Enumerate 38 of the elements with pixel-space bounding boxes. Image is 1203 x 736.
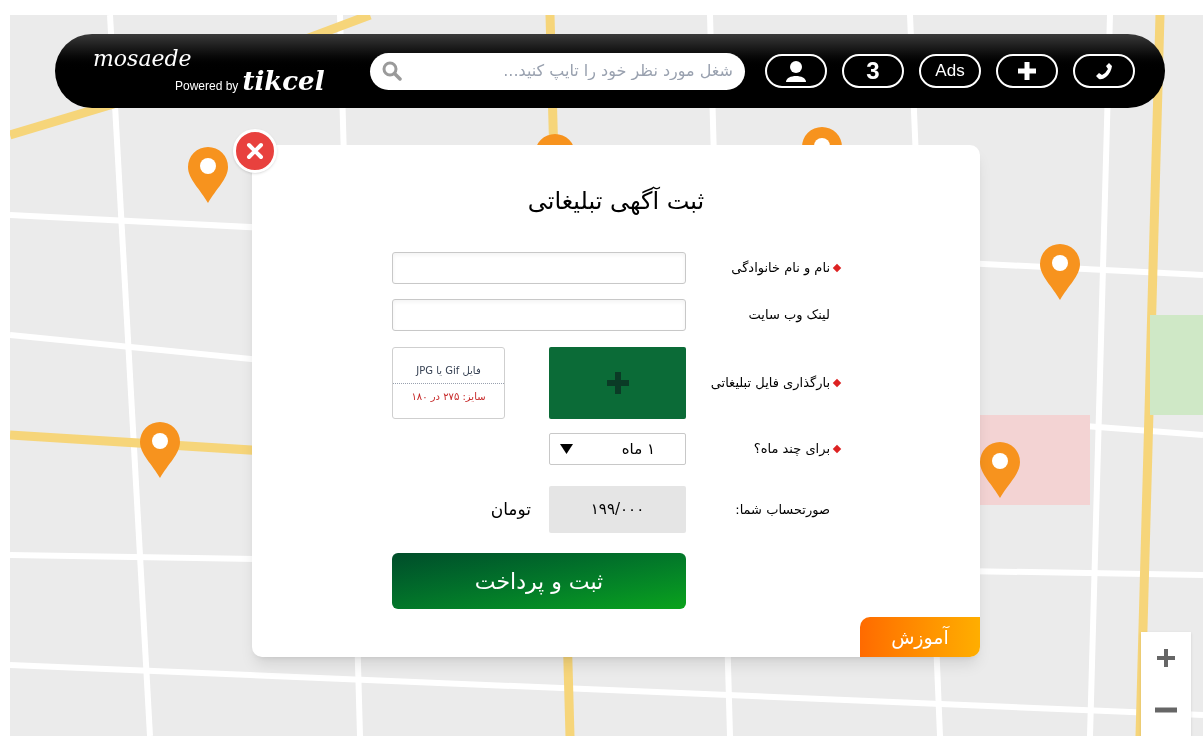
- field-label: برای چند ماه؟: [753, 440, 830, 459]
- brand-text: tikcel: [242, 67, 325, 95]
- text-input-field[interactable]: [392, 299, 686, 331]
- add-button[interactable]: [996, 54, 1058, 88]
- dropdown-arrow-icon: [560, 444, 573, 454]
- map-pin-icon[interactable]: [186, 145, 230, 205]
- field-label: صورتحساب شما:: [735, 500, 830, 520]
- map-pin-icon[interactable]: [978, 440, 1022, 500]
- field-label: لینک وب سایت: [748, 306, 830, 325]
- powered-by-text: Powered by: [175, 79, 239, 93]
- call-button[interactable]: [1073, 54, 1135, 88]
- plus-icon: [1155, 647, 1177, 669]
- plus-icon: [606, 372, 629, 394]
- size-note-text: سایز: ۲۷۵ در ۱۸۰: [411, 389, 486, 404]
- submit-pay-button[interactable]: ثبت و پرداخت: [392, 553, 686, 609]
- field-label: نام و نام خانوادگی: [731, 259, 830, 278]
- search-field[interactable]: شغل مورد نظر خود را تایپ کنید...: [370, 52, 745, 90]
- minus-icon: [1155, 707, 1177, 713]
- user-icon: [786, 60, 806, 82]
- plus-icon: [1017, 61, 1037, 81]
- search-icon: [382, 61, 402, 81]
- price-display: ۱۹۹/۰۰۰: [549, 486, 686, 533]
- map-pin-icon[interactable]: [1038, 242, 1082, 302]
- phone-icon: [1094, 61, 1114, 81]
- upload-button[interactable]: [549, 347, 686, 419]
- months-dropdown[interactable]: ۱ ماه: [549, 433, 686, 465]
- file-format-text: فایل Gif یا JPG: [393, 362, 504, 384]
- currency-text: تومان: [490, 497, 531, 521]
- ads-button[interactable]: Ads: [919, 54, 981, 88]
- map-pin-icon[interactable]: [138, 420, 182, 480]
- dialog-title: ثبت آگهی تبلیغاتی: [526, 185, 706, 217]
- count-button[interactable]: 3: [842, 54, 904, 88]
- search-input[interactable]: شغل مورد نظر خود را تایپ کنید...: [410, 59, 733, 83]
- text-input-field[interactable]: [392, 252, 686, 284]
- logo-text: mosaede: [93, 47, 192, 71]
- field-label: بارگذاری فایل تبلیغاتی: [710, 374, 830, 393]
- profile-button[interactable]: [765, 54, 827, 88]
- close-icon: [246, 142, 264, 160]
